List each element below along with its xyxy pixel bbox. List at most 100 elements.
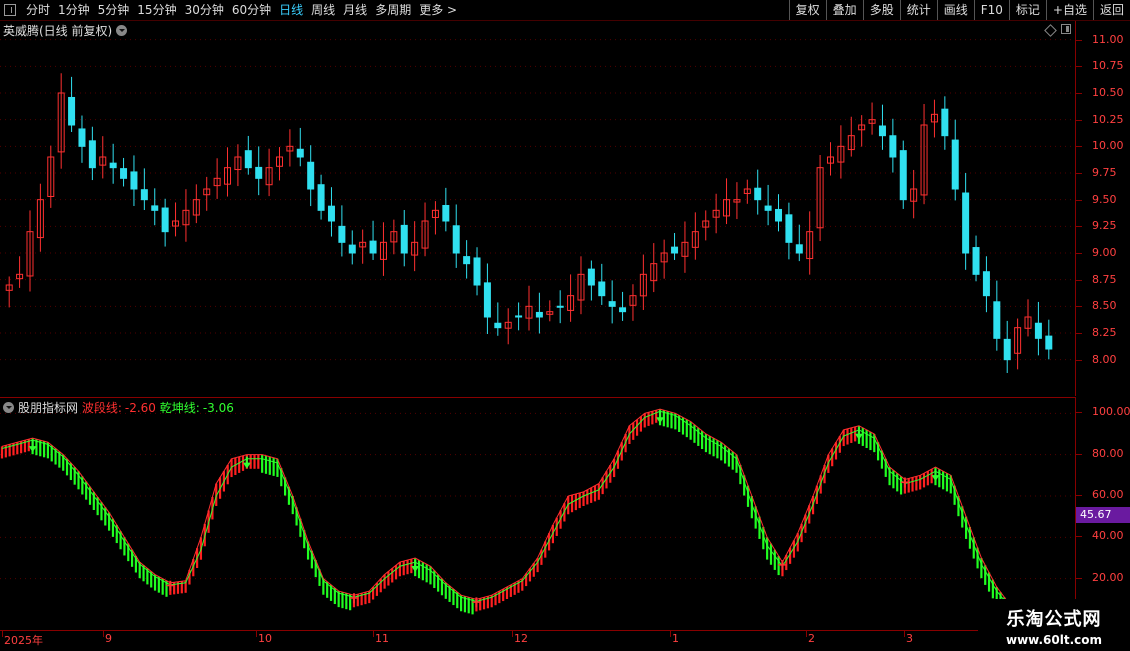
candle-body (151, 205, 159, 211)
chevron-down-icon[interactable] (3, 402, 14, 413)
candle-body (317, 184, 325, 211)
indicator-tick-label: 100.00 (1092, 405, 1130, 419)
indicator-chart[interactable] (0, 398, 1075, 630)
price-tick-label: 11.00 (1092, 32, 1124, 46)
candle-body (515, 315, 523, 318)
candle-body (78, 128, 86, 147)
tab-0[interactable]: 分时 (22, 0, 54, 20)
candle-body (1003, 338, 1011, 361)
price-tick (1076, 279, 1082, 281)
period-toolbar: 分时 1分钟 5分钟 15分钟 30分钟 60分钟 日线 周线 月线 多周期 更多 > 复权 叠加 多股… (0, 0, 1130, 21)
candle-body (982, 271, 990, 297)
date-tick (512, 631, 513, 637)
date-label: 10 (258, 632, 272, 645)
candle-body (941, 108, 949, 137)
price-tick (1076, 333, 1082, 334)
chevron-down-icon[interactable] (116, 25, 128, 36)
right-tab-5[interactable]: F10 (973, 0, 1009, 20)
indicator-tick-label: 60.00 (1092, 488, 1124, 501)
tab-3[interactable]: 15分钟 (133, 0, 180, 20)
date-label: 2 (808, 632, 815, 645)
candle-body (463, 256, 471, 265)
tab-10[interactable]: 更多 > (415, 0, 461, 20)
watermark-url: www.60lt.com (1005, 633, 1103, 647)
price-tick-label: 8.00 (1092, 352, 1117, 366)
date-label: 11 (375, 632, 389, 645)
qiankun-line (1, 410, 1013, 610)
price-title: 英威腾(日线 前复权) (3, 22, 128, 39)
price-tick (1076, 253, 1082, 254)
candle-body (296, 148, 304, 158)
date-label: 12 (514, 632, 528, 645)
candle-body (109, 162, 117, 169)
candle-body (452, 225, 460, 254)
candlestick-chart[interactable] (0, 21, 1075, 396)
indicator-tick (1076, 412, 1082, 414)
right-tab-8[interactable]: 返回 (1092, 0, 1130, 20)
tab-5[interactable]: 60分钟 (228, 0, 275, 20)
price-tick-label: 10.25 (1092, 112, 1124, 126)
candle-body (899, 150, 907, 201)
date-label: 3 (906, 632, 913, 645)
price-tick-label: 9.00 (1092, 246, 1117, 259)
indicator-title: 股朋指标网 波段线: -2.60 乾坤线: -3.06 (3, 399, 234, 416)
price-tick (1076, 93, 1082, 94)
indicator-tick (1076, 577, 1082, 579)
price-tick (1076, 119, 1082, 121)
indicator-name: 股朋指标网 (18, 401, 79, 415)
candle-body (587, 268, 595, 286)
date-tick (256, 631, 257, 637)
price-tick-label: 10.75 (1092, 59, 1124, 73)
candle-body (795, 244, 803, 254)
tab-7[interactable]: 周线 (307, 0, 339, 20)
current-value-badge: 45.67 (1076, 507, 1130, 523)
period-tabs: 分时 1分钟 5分钟 15分钟 30分钟 60分钟 日线 周线 月线 多周期 更多 > (22, 0, 461, 20)
right-tab-7[interactable]: +自选 (1045, 0, 1093, 20)
price-tick-label: 8.50 (1092, 299, 1117, 313)
candle-body (972, 247, 980, 275)
candle-body (598, 281, 606, 297)
candle-body (754, 187, 762, 201)
candle-body (962, 192, 970, 254)
line2-value: -3.06 (202, 400, 234, 415)
right-tab-1[interactable]: 叠加 (825, 0, 863, 20)
price-tick-label: 9.50 (1092, 192, 1117, 206)
tab-9[interactable]: 多周期 (371, 0, 415, 20)
tab-4[interactable]: 30分钟 (181, 0, 228, 20)
price-tick (1076, 173, 1082, 174)
candle-body (619, 307, 627, 313)
date-tick (373, 631, 374, 637)
right-tab-0[interactable]: 复权 (788, 0, 826, 20)
price-tick (1076, 66, 1082, 68)
tab-6[interactable]: 日线 (275, 0, 307, 20)
price-tick-label: 10.00 (1092, 139, 1124, 153)
candle-body (535, 311, 543, 318)
date-tick (670, 631, 671, 637)
stock-title: 英威腾(日线 前复权) (3, 24, 113, 38)
tab-1[interactable]: 1分钟 (54, 0, 94, 20)
price-axis: 11.00 10.75 10.50 10.25 10.00 9.75 9.50 9.25 9.0… (1076, 21, 1130, 396)
tab-2[interactable]: 5分钟 (94, 0, 134, 20)
window-icon[interactable] (4, 4, 16, 16)
candle-body (161, 207, 169, 233)
candle-body (556, 305, 564, 308)
right-tab-2[interactable]: 多股 (862, 0, 900, 20)
candle-body (338, 225, 346, 243)
tab-8[interactable]: 月线 (339, 0, 371, 20)
right-tab-4[interactable]: 画线 (936, 0, 974, 20)
candle-body (494, 322, 502, 329)
candle-body (1034, 322, 1042, 339)
candle-body (764, 205, 772, 211)
price-tick (1076, 146, 1082, 148)
right-tab-6[interactable]: 标记 (1008, 0, 1046, 20)
right-tab-3[interactable]: 统计 (899, 0, 937, 20)
indicator-tick (1076, 536, 1082, 538)
line2-label: 乾坤线: (159, 401, 200, 415)
candle-body (400, 224, 408, 254)
candle-body (140, 189, 148, 201)
date-axis: 2025年 9 10 11 12 1 2 3 (0, 630, 1130, 651)
indicator-panel: 股朋指标网 波段线: -2.60 乾坤线: -3.06 (0, 397, 1076, 630)
candle-body (878, 125, 886, 137)
candle-body (348, 244, 356, 254)
indicator-tick-label: 40.00 (1092, 529, 1124, 543)
